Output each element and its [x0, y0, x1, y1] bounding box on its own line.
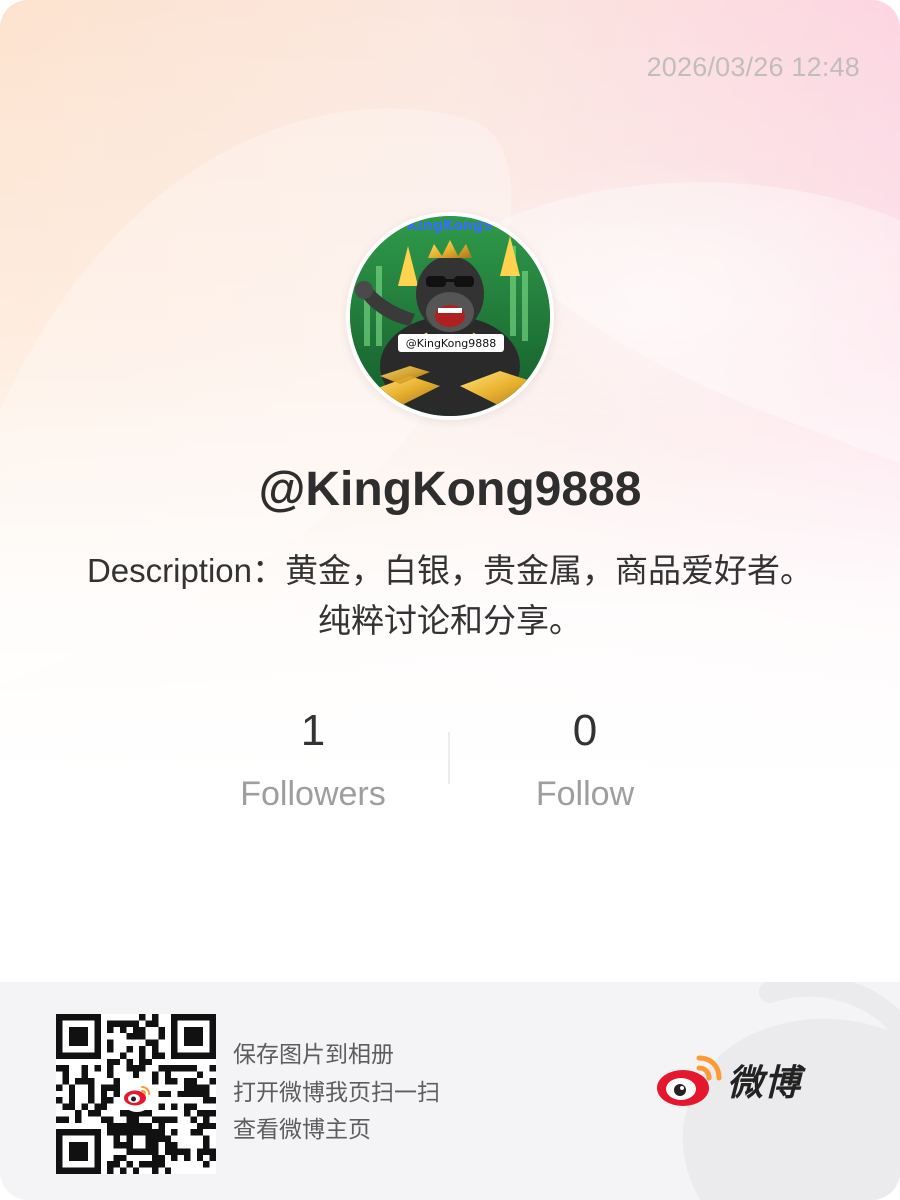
stats-row: 1 Followers 0 Follow — [0, 700, 900, 820]
weibo-brand-text: 微博 — [727, 1062, 802, 1103]
weibo-brand: 微博 — [655, 1050, 801, 1110]
footer-line-view: 查看微博主页 — [233, 1116, 371, 1142]
following-count: 0 — [572, 706, 598, 755]
profile-share-card: 2026/03/26 12:48 KingKong9 @KingKong9888… — [0, 0, 900, 1200]
weibo-logo-icon — [657, 1055, 722, 1106]
avatar-gorilla-image: KingKong9 @KingKong9888 — [350, 216, 550, 416]
qr-code[interactable] — [56, 1014, 216, 1174]
footer-instructions: 保存图片到相册 打开微博我页扫一扫 查看微博主页 — [233, 1036, 440, 1149]
timestamp: 2026/03/26 12:48 — [646, 52, 860, 82]
avatar-banner: KingKong9 — [407, 218, 493, 234]
followers-stat[interactable]: 1 Followers — [183, 700, 443, 824]
footer-line-scan: 打开微博我页扫一扫 — [233, 1078, 440, 1105]
stats-divider — [448, 732, 450, 784]
share-footer: 保存图片到相册 打开微博我页扫一扫 查看微博主页 微博 — [0, 982, 900, 1200]
following-label: Follow — [535, 775, 635, 813]
username: @KingKong9888 — [258, 463, 642, 516]
description-line-2: 纯粹讨论和分享。 — [318, 602, 582, 639]
weibo-badge-icon — [120, 1078, 154, 1112]
following-stat[interactable]: 0 Follow — [455, 700, 715, 824]
avatar-caption: @KingKong9888 — [406, 337, 497, 350]
followers-label: Followers — [240, 775, 386, 813]
footer-line-save: 保存图片到相册 — [233, 1041, 394, 1067]
followers-count: 1 — [300, 706, 326, 755]
avatar[interactable]: KingKong9 @KingKong9888 — [346, 212, 554, 420]
profile-description: Description：黄金，白银，贵金属，商品爱好者。 纯粹讨论和分享。 — [40, 546, 860, 646]
description-line-1: Description：黄金，白银，贵金属，商品爱好者。 — [86, 552, 814, 589]
